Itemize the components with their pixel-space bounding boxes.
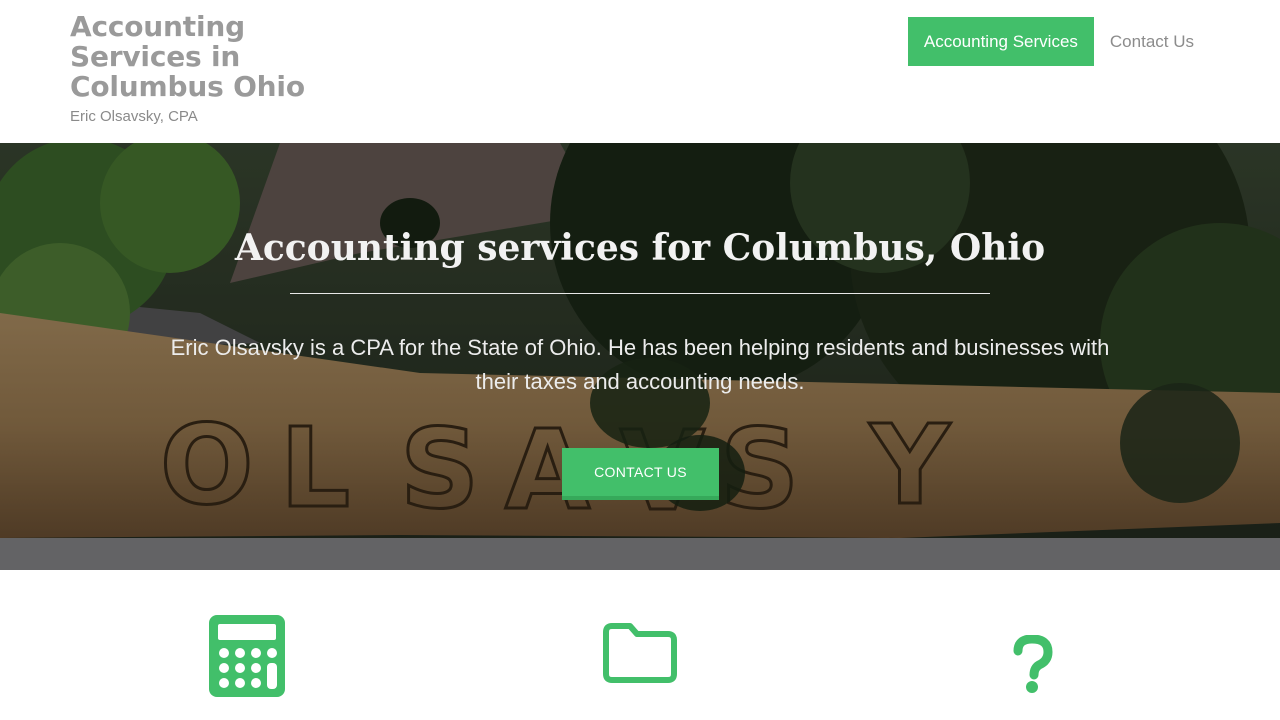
site-header: Accounting Services in Columbus Ohio Eri… [0,0,1280,143]
nav-item-contact-us[interactable]: Contact Us [1094,17,1210,66]
features-section [0,570,1280,720]
site-title-link[interactable]: Accounting Services in Columbus Ohio [70,12,330,102]
hero-section: O L S A V S Y Accounting services for Co… [0,143,1280,570]
question-icon [1013,635,1053,693]
contact-us-button[interactable]: Contact Us [562,448,719,500]
folder-icon [603,623,677,683]
calculator-icon [209,615,285,697]
site-tagline: Eric Olsavsky, CPA [70,108,198,125]
brand: Accounting Services in Columbus Ohio Eri… [70,12,330,126]
hero-divider [290,293,990,294]
hero-title: Accounting services for Columbus, Ohio [234,227,1046,269]
nav-item-accounting-services[interactable]: Accounting Services [907,17,1094,66]
hero-description: Eric Olsavsky is a CPA for the State of … [170,335,1110,394]
main-nav: Accounting Services Contact Us [907,17,1210,66]
